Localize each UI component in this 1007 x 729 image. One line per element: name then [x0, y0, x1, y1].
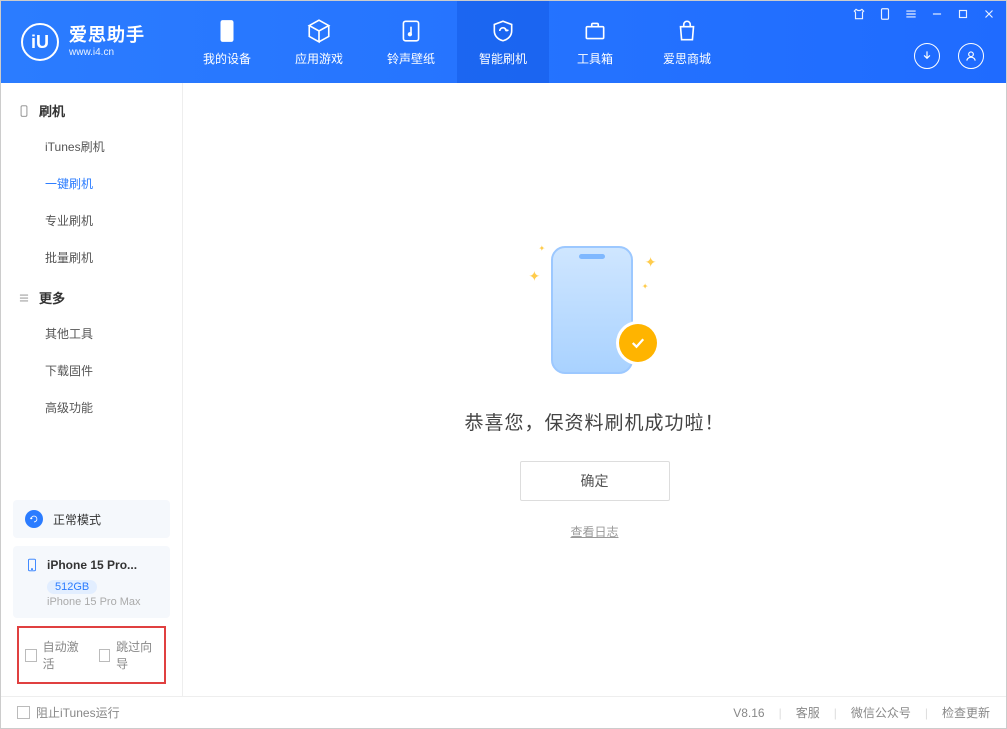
status-bar: 阻止iTunes运行 V8.16 | 客服 | 微信公众号 | 检查更新	[1, 696, 1006, 728]
nav-label: 铃声壁纸	[387, 50, 435, 67]
sidebar-item-other-tools[interactable]: 其他工具	[1, 315, 182, 352]
sidebar: 刷机 iTunes刷机 一键刷机 专业刷机 批量刷机 更多 其他工具 下载固件 …	[1, 83, 183, 696]
sidebar-item-batch-flash[interactable]: 批量刷机	[1, 239, 182, 276]
sidebar-group-more[interactable]: 更多	[1, 276, 182, 315]
checkbox-icon	[25, 649, 37, 662]
header-right-icons	[914, 43, 984, 69]
brand-title: 爱思助手	[69, 25, 145, 47]
phone-icon	[214, 18, 240, 44]
success-illustration: ✦ ✦ ✦ ✦	[535, 240, 655, 380]
device-name: iPhone 15 Pro...	[47, 558, 137, 572]
checkbox-label: 自动激活	[43, 638, 85, 672]
nav-label: 我的设备	[203, 50, 251, 67]
sidebar-item-oneclick-flash[interactable]: 一键刷机	[1, 165, 182, 202]
bag-icon	[674, 18, 700, 44]
nav-toolbox[interactable]: 工具箱	[549, 1, 641, 83]
wechat-link[interactable]: 微信公众号	[851, 704, 911, 721]
sidebar-item-pro-flash[interactable]: 专业刷机	[1, 202, 182, 239]
top-nav: 我的设备 应用游戏 铃声壁纸 智能刷机 工具箱 爱思商城	[181, 1, 733, 83]
support-link[interactable]: 客服	[796, 704, 820, 721]
storage-badge: 512GB	[47, 580, 97, 594]
download-icon[interactable]	[914, 43, 940, 69]
success-message: 恭喜您，保资料刷机成功啦！	[464, 408, 724, 435]
menu-icon[interactable]	[904, 7, 918, 21]
nav-label: 应用游戏	[295, 50, 343, 67]
mode-card[interactable]: 正常模式	[13, 500, 170, 538]
success-check-icon	[619, 324, 657, 362]
brand-logo-icon: iU	[21, 23, 59, 61]
device-model: iPhone 15 Pro Max	[47, 596, 158, 608]
skin-icon[interactable]	[852, 7, 866, 21]
nav-label: 爱思商城	[663, 50, 711, 67]
sparkle-icon: ✦	[645, 254, 657, 271]
nav-ringtones[interactable]: 铃声壁纸	[365, 1, 457, 83]
skip-wizard-checkbox[interactable]: 跳过向导	[99, 638, 159, 672]
block-itunes-checkbox[interactable]: 阻止iTunes运行	[17, 704, 120, 721]
refresh-circle-icon	[25, 510, 43, 528]
checkbox-label: 跳过向导	[116, 638, 158, 672]
nav-label: 工具箱	[577, 50, 613, 67]
check-update-link[interactable]: 检查更新	[942, 704, 990, 721]
main-content: ✦ ✦ ✦ ✦ 恭喜您，保资料刷机成功啦！ 确定 查看日志	[183, 83, 1006, 696]
checkbox-label: 阻止iTunes运行	[36, 704, 120, 721]
sidebar-group-title: 更多	[39, 288, 65, 307]
toolbox-icon	[582, 18, 608, 44]
sparkle-icon: ✦	[529, 268, 541, 285]
sidebar-item-advanced[interactable]: 高级功能	[1, 389, 182, 426]
nav-apps[interactable]: 应用游戏	[273, 1, 365, 83]
close-icon[interactable]	[982, 7, 996, 21]
highlight-box: 自动激活 跳过向导	[17, 626, 166, 684]
music-icon	[398, 18, 424, 44]
brand-block: iU 爱思助手 www.i4.cn	[1, 1, 181, 83]
nav-flash[interactable]: 智能刷机	[457, 1, 549, 83]
sidebar-group-flash[interactable]: 刷机	[1, 89, 182, 128]
nav-store[interactable]: 爱思商城	[641, 1, 733, 83]
sidebar-item-itunes-flash[interactable]: iTunes刷机	[1, 128, 182, 165]
sparkle-icon: ✦	[642, 282, 649, 291]
device-small-icon	[17, 104, 31, 118]
phone-graphic-icon	[551, 246, 633, 374]
nav-label: 智能刷机	[479, 50, 527, 67]
sparkle-icon: ✦	[539, 244, 546, 253]
brand-subtitle: www.i4.cn	[69, 47, 145, 59]
list-icon	[17, 291, 31, 305]
maximize-icon[interactable]	[956, 7, 970, 21]
checkbox-icon	[99, 649, 111, 662]
ok-button[interactable]: 确定	[520, 461, 670, 501]
version-text: V8.16	[733, 706, 764, 720]
cube-icon	[306, 18, 332, 44]
device-icon	[25, 556, 39, 574]
sidebar-item-download-firmware[interactable]: 下载固件	[1, 352, 182, 389]
refresh-shield-icon	[490, 18, 516, 44]
mode-label: 正常模式	[53, 511, 101, 528]
user-icon[interactable]	[958, 43, 984, 69]
app-header: iU 爱思助手 www.i4.cn 我的设备 应用游戏 铃声壁纸 智能刷机	[1, 1, 1006, 83]
nav-my-device[interactable]: 我的设备	[181, 1, 273, 83]
checkbox-icon	[17, 706, 30, 719]
minimize-icon[interactable]	[930, 7, 944, 21]
view-log-link[interactable]: 查看日志	[570, 523, 618, 540]
auto-activate-checkbox[interactable]: 自动激活	[25, 638, 85, 672]
device-card[interactable]: iPhone 15 Pro... 512GB iPhone 15 Pro Max	[13, 546, 170, 618]
feedback-icon[interactable]	[878, 7, 892, 21]
sidebar-group-title: 刷机	[39, 101, 65, 120]
window-controls	[852, 7, 996, 21]
